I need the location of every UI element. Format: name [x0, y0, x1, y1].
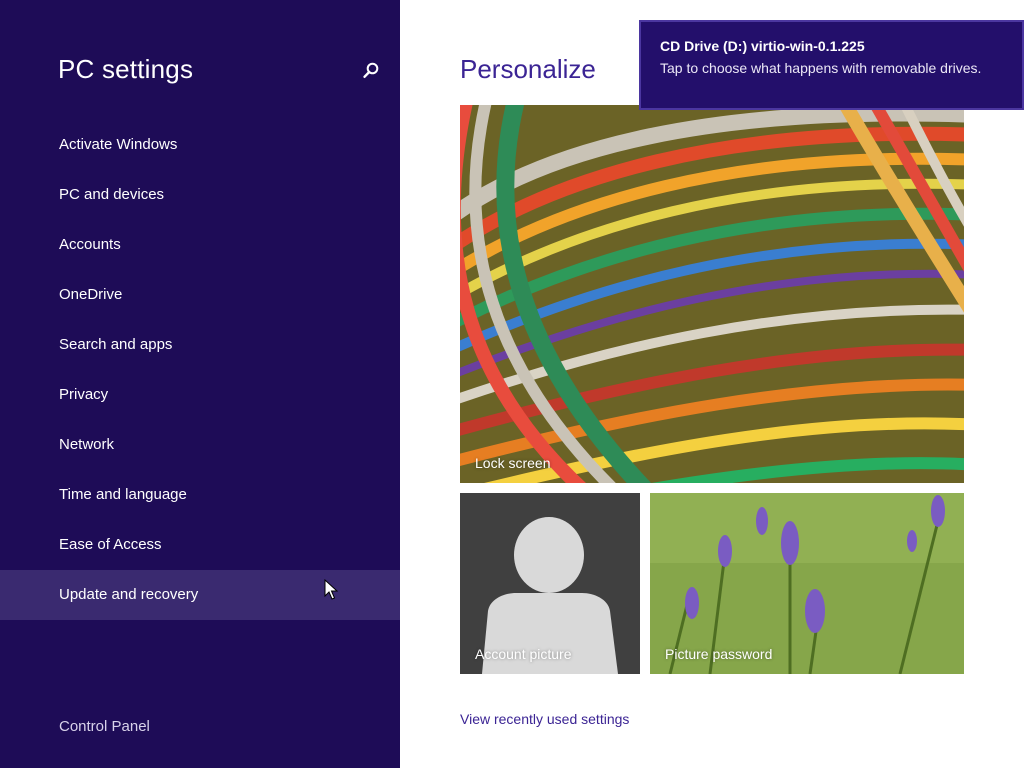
removable-drive-toast[interactable]: CD Drive (D:) virtio-win-0.1.225 Tap to …: [639, 20, 1024, 110]
sidebar: PC settings Activate Windows PC and devi…: [0, 0, 400, 768]
sidebar-item-time-and-language[interactable]: Time and language: [0, 470, 400, 520]
sidebar-item-accounts[interactable]: Accounts: [0, 220, 400, 270]
picture-password-tile[interactable]: Picture password: [650, 493, 964, 674]
sidebar-item-label: OneDrive: [59, 286, 123, 303]
pc-settings-window: PC settings Activate Windows PC and devi…: [0, 0, 1024, 768]
page-title: Personalize: [460, 54, 596, 84]
sidebar-nav: Activate Windows PC and devices Accounts…: [0, 120, 400, 620]
sidebar-item-pc-and-devices[interactable]: PC and devices: [0, 170, 400, 220]
sidebar-title: PC settings: [58, 54, 194, 84]
search-icon[interactable]: [362, 61, 380, 79]
sidebar-item-label: Privacy: [59, 386, 109, 403]
account-picture-tile[interactable]: Account picture: [460, 493, 640, 674]
toast-body: Tap to choose what happens with removabl…: [660, 60, 982, 76]
lock-screen-tile[interactable]: Lock screen: [460, 105, 964, 483]
account-picture-label: Account picture: [475, 646, 572, 662]
sidebar-item-search-and-apps[interactable]: Search and apps: [0, 320, 400, 370]
sidebar-item-update-and-recovery[interactable]: Update and recovery: [0, 570, 400, 620]
sidebar-item-label: Time and language: [59, 486, 187, 503]
toast-title: CD Drive (D:) virtio-win-0.1.225: [660, 38, 865, 54]
sidebar-item-label: Network: [59, 436, 115, 453]
sidebar-item-label: Accounts: [59, 236, 121, 253]
sidebar-item-label: PC and devices: [59, 186, 165, 203]
picture-password-label: Picture password: [665, 646, 773, 662]
sidebar-item-network[interactable]: Network: [0, 420, 400, 470]
sidebar-item-ease-of-access[interactable]: Ease of Access: [0, 520, 400, 570]
lock-screen-image: [460, 105, 964, 483]
lock-screen-label: Lock screen: [475, 455, 551, 471]
sidebar-item-privacy[interactable]: Privacy: [0, 370, 400, 420]
control-panel-link[interactable]: Control Panel: [59, 718, 150, 735]
sidebar-item-label: Update and recovery: [59, 586, 199, 603]
view-recent-settings-link[interactable]: View recently used settings: [460, 711, 629, 727]
sidebar-item-activate-windows[interactable]: Activate Windows: [0, 120, 400, 170]
sidebar-item-label: Activate Windows: [59, 136, 178, 153]
sidebar-item-label: Search and apps: [59, 336, 173, 353]
sidebar-item-onedrive[interactable]: OneDrive: [0, 270, 400, 320]
sidebar-item-label: Ease of Access: [59, 536, 162, 553]
